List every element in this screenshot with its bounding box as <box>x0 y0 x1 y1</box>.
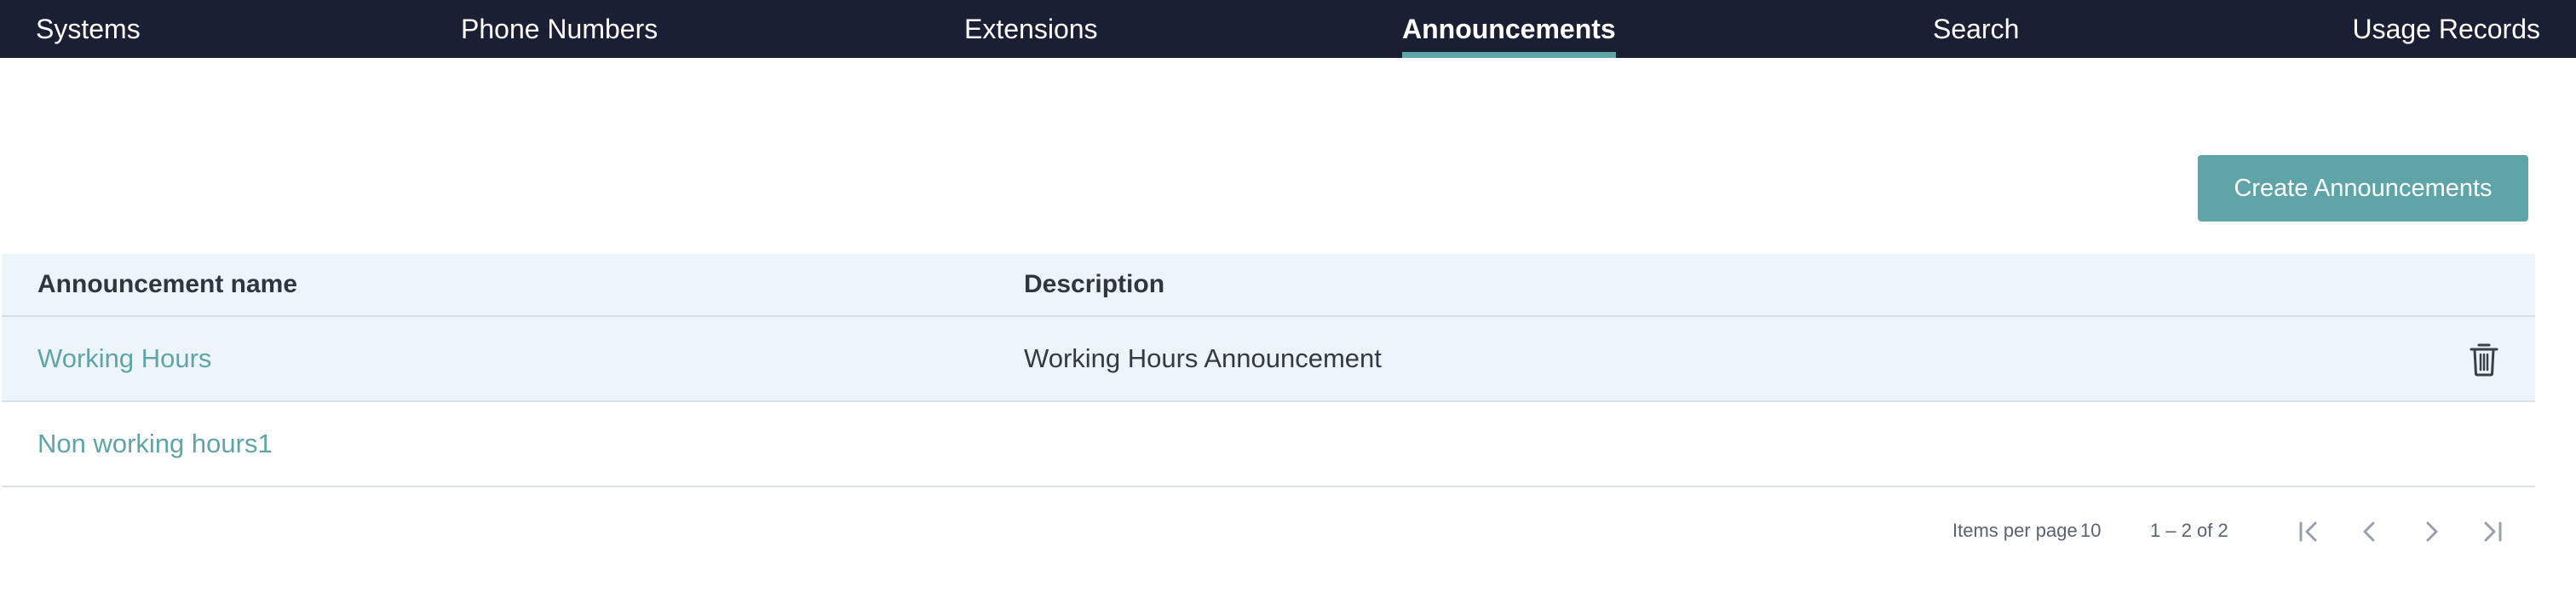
table-header: Announcement name Description <box>2 254 2535 317</box>
next-page-icon <box>2426 521 2438 542</box>
announcement-description: Working Hours Announcement <box>1024 343 1382 373</box>
paginator: Items per page 10 1 – 2 of 2 <box>0 508 2576 556</box>
announcement-name-link[interactable]: Working Hours <box>37 317 211 400</box>
first-page-button[interactable] <box>2288 511 2329 552</box>
table-row[interactable]: Working Hours Working Hours Announcement <box>2 317 2535 402</box>
page-size-select[interactable]: 10 <box>2080 520 2101 542</box>
previous-page-icon <box>2363 521 2375 542</box>
column-header-description[interactable]: Description <box>1024 254 1164 315</box>
announcements-table: Announcement name Description Working Ho… <box>2 254 2535 487</box>
nav-item-usage-records[interactable]: Usage Records <box>2352 0 2540 58</box>
announcement-name-link[interactable]: Non working hours1 <box>37 402 273 486</box>
last-page-button[interactable] <box>2472 511 2513 552</box>
table-row[interactable]: Non working hours1 <box>2 402 2535 487</box>
next-page-button[interactable] <box>2411 511 2452 552</box>
nav-item-phone-numbers[interactable]: Phone Numbers <box>461 0 658 58</box>
column-header-announcement-name[interactable]: Announcement name <box>37 254 297 315</box>
create-announcements-button[interactable]: Create Announcements <box>2198 155 2528 222</box>
first-page-icon <box>2299 521 2317 542</box>
nav-item-announcements[interactable]: Announcements <box>1402 0 1616 58</box>
trash-icon[interactable] <box>2469 343 2499 377</box>
nav-item-systems[interactable]: Systems <box>36 0 141 58</box>
nav-item-extensions[interactable]: Extensions <box>964 0 1098 58</box>
nav-item-search[interactable]: Search <box>1933 0 2019 58</box>
items-per-page-label: Items per page <box>1952 520 2078 541</box>
page-range-label: 1 – 2 of 2 <box>2150 520 2228 541</box>
top-navigation: Systems Phone Numbers Extensions Announc… <box>0 0 2576 58</box>
previous-page-button[interactable] <box>2349 511 2390 552</box>
last-page-icon <box>2484 521 2502 542</box>
